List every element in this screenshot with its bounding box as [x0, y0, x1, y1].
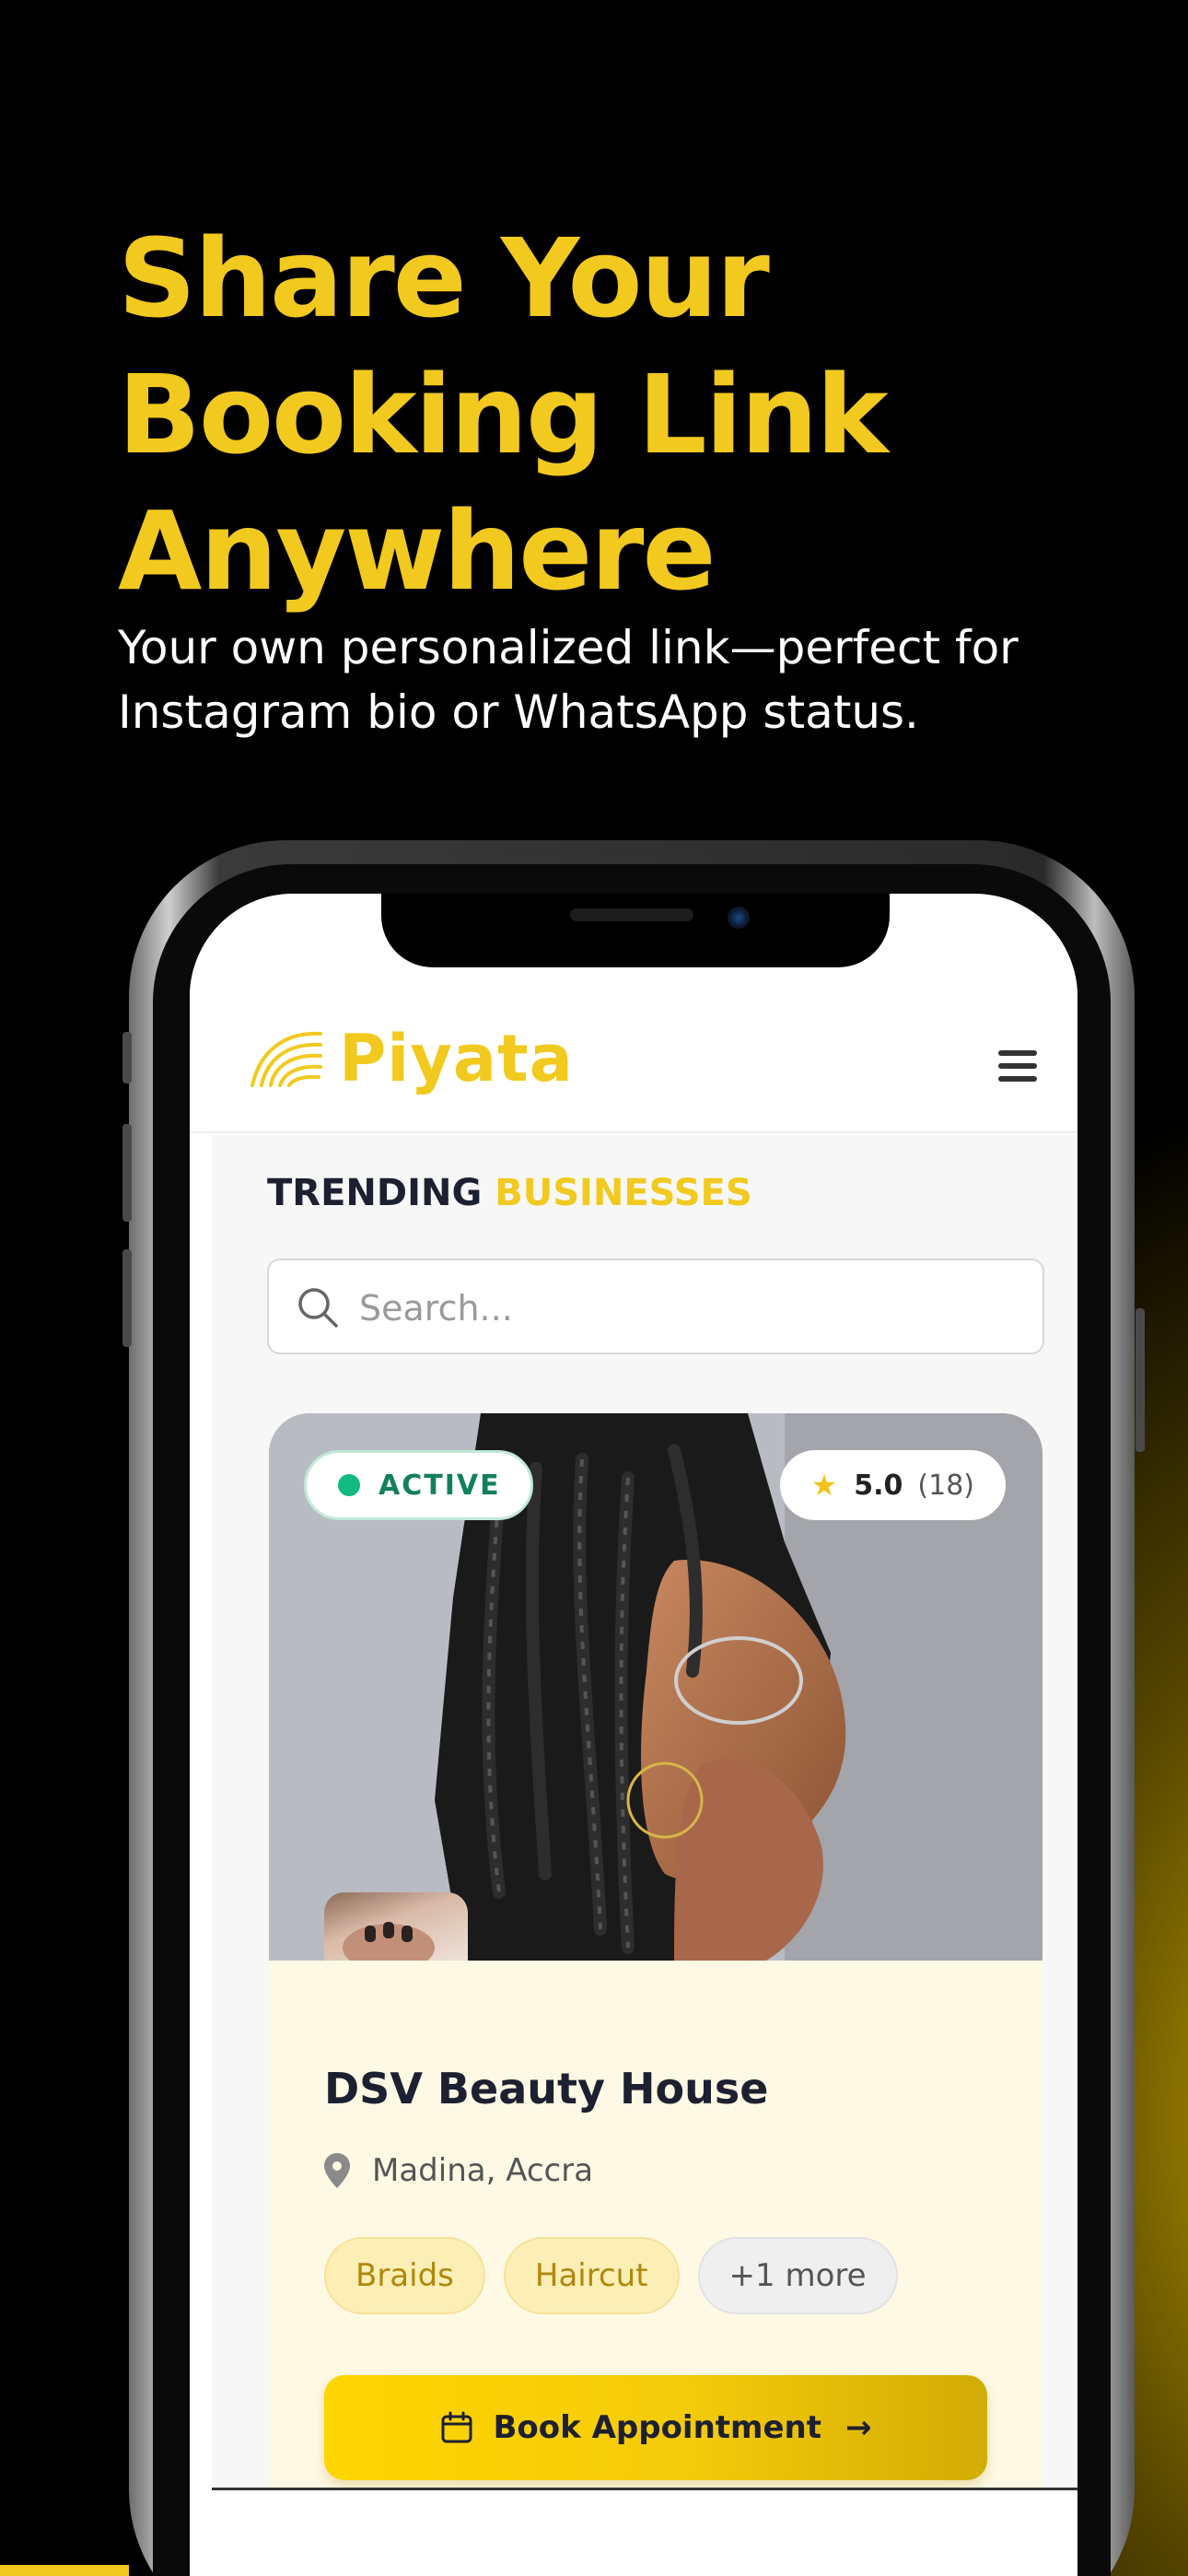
phone-volume-down: [122, 1249, 132, 1347]
location-text: Madina, Accra: [372, 2152, 594, 2189]
status-badge: ACTIVE: [304, 1450, 533, 1520]
section-title: TRENDING BUSINESSES: [267, 1172, 752, 1214]
phone-power-button: [1136, 1308, 1145, 1452]
business-location: Madina, Accra: [324, 2152, 593, 2189]
brand-name[interactable]: Piyata: [339, 1021, 574, 1096]
phone-screen: Piyata TRENDING BUSINESSES Search... ACT…: [190, 894, 1077, 2576]
calendar-icon: [441, 2411, 472, 2443]
status-text: ACTIVE: [379, 1469, 501, 1502]
business-photo: ACTIVE ★ 5.0 (18): [269, 1413, 1042, 1961]
green-dot-icon: [338, 1474, 360, 1496]
section-title-part1: TRENDING: [267, 1172, 483, 1214]
search-icon: [298, 1288, 338, 1328]
map-pin-icon: [324, 2153, 350, 2188]
fingerprint-logo-icon: [250, 1031, 322, 1087]
service-tags: Braids Haircut +1 more: [324, 2237, 916, 2314]
section-title-part2: BUSINESSES: [495, 1172, 752, 1214]
phone-notch: [381, 894, 890, 967]
phone-volume-up: [122, 1124, 132, 1222]
search-box[interactable]: [267, 1259, 1044, 1354]
bottom-accent-bar: [0, 2565, 129, 2576]
front-camera: [728, 907, 750, 929]
tag-haircut[interactable]: Haircut: [503, 2237, 680, 2314]
gallery-thumbnail[interactable]: [324, 1892, 468, 1961]
arrow-right-icon: →: [845, 2409, 872, 2446]
star-icon: ★: [810, 1468, 838, 1503]
main-content: TRENDING BUSINESSES Search... ACTIVE ★ 5…: [212, 1135, 1077, 2488]
phone-mute-switch: [122, 1032, 132, 1083]
hamburger-icon[interactable]: [998, 1050, 1037, 1082]
tag-more[interactable]: +1 more: [697, 2237, 898, 2314]
content-divider: [212, 2488, 1077, 2490]
tag-braids[interactable]: Braids: [324, 2237, 485, 2314]
rating-badge: ★ 5.0 (18): [779, 1450, 1006, 1520]
book-appointment-button[interactable]: Book Appointment →: [324, 2375, 987, 2480]
promo-headline: Share Your Booking Link Anywhere: [118, 215, 889, 615]
promo-subline: Your own personalized link—perfect for I…: [118, 621, 1019, 739]
review-count: (18): [917, 1469, 974, 1502]
business-card[interactable]: ACTIVE ★ 5.0 (18) DSV Beauty House Madin…: [269, 1413, 1042, 2488]
book-appointment-label: Book Appointment: [493, 2409, 822, 2446]
rating-value: 5.0: [854, 1469, 903, 1502]
business-name[interactable]: DSV Beauty House: [324, 2064, 768, 2113]
search-input[interactable]: [359, 1281, 1004, 1336]
app-header: Piyata: [190, 967, 1077, 1133]
